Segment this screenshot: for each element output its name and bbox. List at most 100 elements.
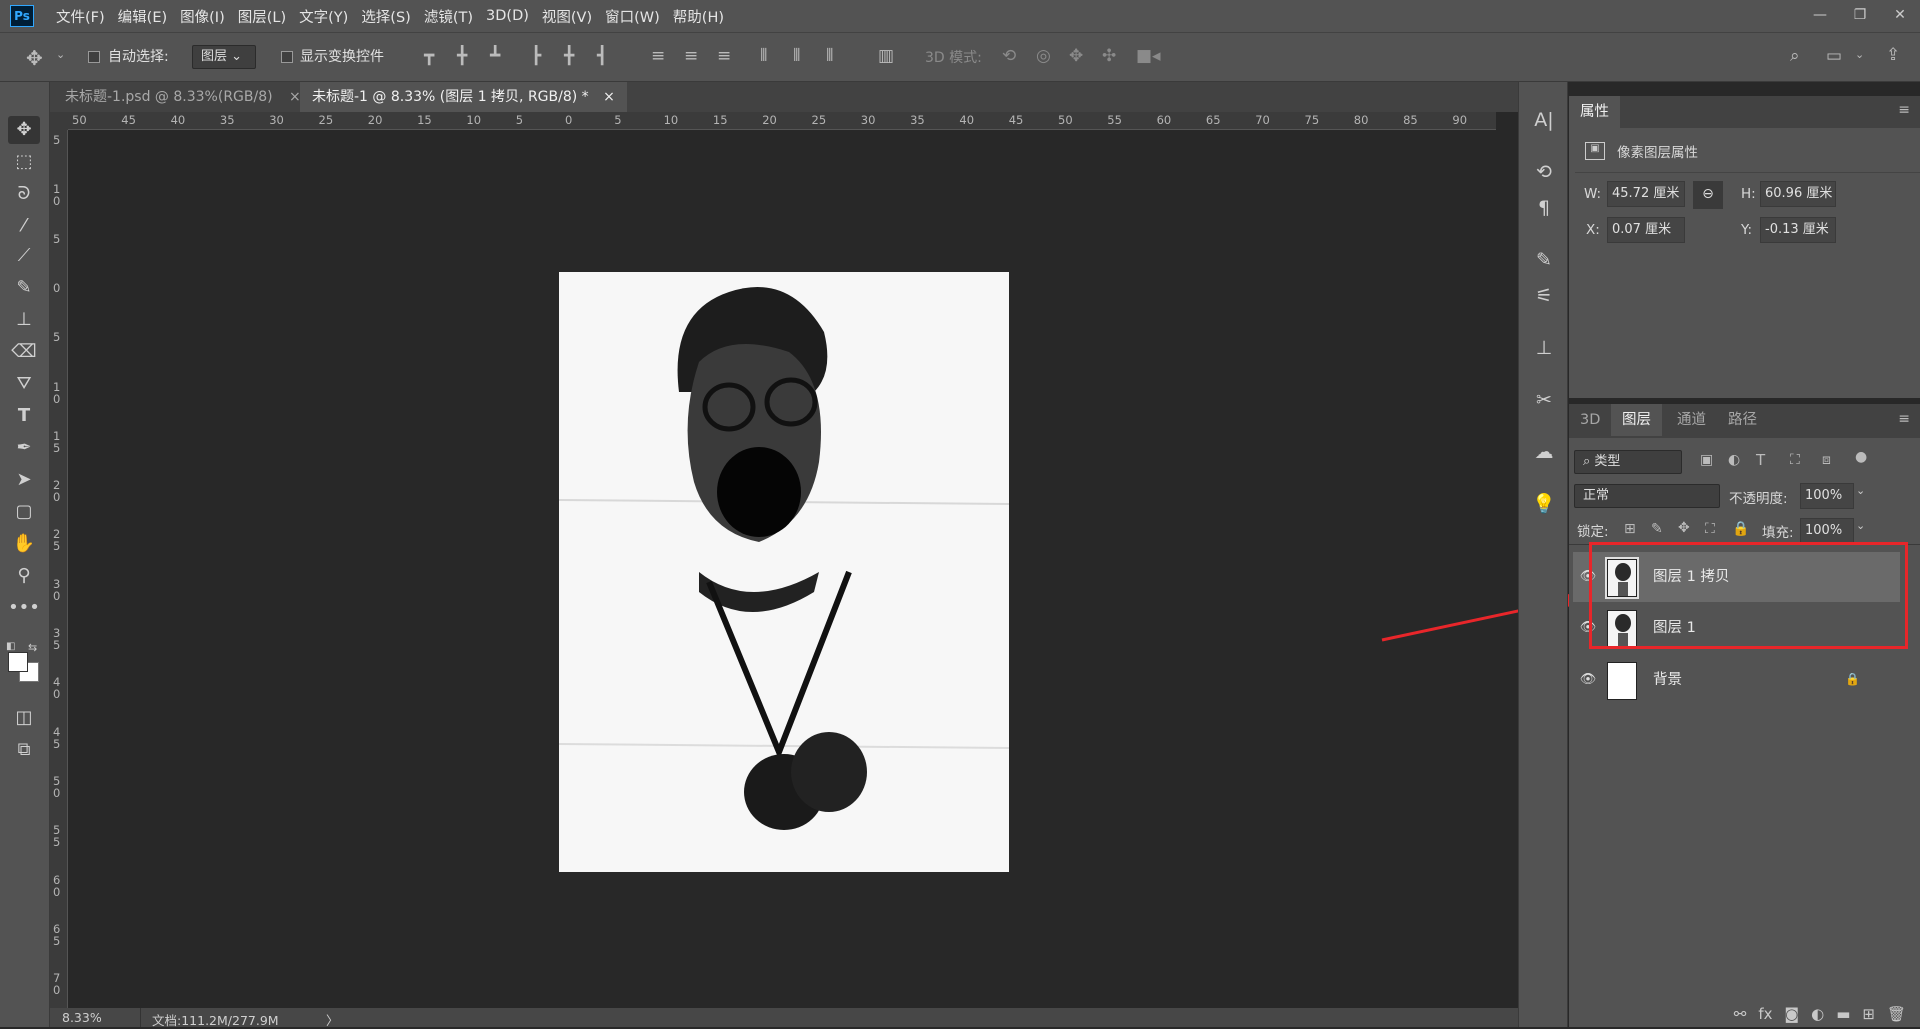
pen-tool-icon[interactable]: ✒ [8, 434, 40, 462]
menu-filter[interactable]: 滤镜(T) [424, 6, 473, 27]
menu-file[interactable]: 文件(F) [56, 6, 105, 27]
distribute-bottom-icon[interactable]: ≡ [717, 46, 731, 66]
auto-select-dropdown[interactable]: 图层 ⌄ [192, 45, 256, 69]
path-select-tool-icon[interactable]: ➤ [8, 466, 40, 494]
marquee-tool-icon[interactable]: ⬚ [8, 148, 40, 176]
rectangle-tool-icon[interactable]: ▢ [8, 498, 40, 526]
tab-channels[interactable]: 通道 [1666, 404, 1717, 436]
layer-filter-dropdown[interactable]: ⌕ 类型 [1574, 450, 1682, 474]
lasso-tool-icon[interactable]: ᘐ [8, 180, 40, 208]
close-tab-icon[interactable]: × [603, 89, 615, 105]
workspace-chevron-icon[interactable]: ⌄ [1855, 48, 1864, 61]
screen-mode-icon[interactable]: ⧉ [8, 736, 40, 764]
show-transform-checkbox[interactable] [281, 51, 293, 63]
filter-smart-object-icon[interactable]: ⧈ [1822, 452, 1831, 468]
default-colors-icon[interactable]: ◧ [6, 641, 15, 652]
distribute-right-icon[interactable]: ⦀ [826, 46, 833, 66]
distribute-top-icon[interactable]: ≡ [651, 46, 665, 66]
tab-paths[interactable]: 路径 [1717, 404, 1768, 436]
distribute-vcenter-icon[interactable]: ≡ [684, 46, 698, 66]
brush-tool-icon[interactable]: ✎ [8, 274, 40, 302]
distribute-hcenter-icon[interactable]: ⦀ [793, 46, 800, 66]
move-tool-icon[interactable]: ✥ [8, 116, 40, 144]
learn-icon[interactable]: 💡 [1529, 490, 1559, 518]
opacity-chevron-icon[interactable]: ⌄ [1856, 484, 1865, 497]
type-tool-icon[interactable]: T [8, 402, 40, 430]
zoom-tool-icon[interactable]: ⚲ [8, 562, 40, 590]
lock-image-icon[interactable]: ✎ [1651, 521, 1663, 537]
swap-colors-icon[interactable]: ⇆ [28, 641, 37, 654]
zoom-level[interactable]: 8.33% [62, 1010, 102, 1025]
close-window-button[interactable]: ✕ [1880, 0, 1920, 32]
add-mask-icon[interactable]: ◙ [1785, 1005, 1800, 1023]
lock-transparent-icon[interactable]: ⊞ [1624, 521, 1636, 537]
paragraph-panel-icon[interactable]: ¶ [1529, 194, 1559, 222]
new-adjustment-icon[interactable]: ◐ [1811, 1005, 1824, 1023]
status-menu-arrow[interactable]: 〉 [326, 1010, 339, 1029]
character-panel-icon[interactable]: A| [1529, 106, 1559, 134]
history-panel-icon[interactable]: ⟲ [1529, 158, 1559, 186]
delete-layer-icon[interactable]: 🗑 [1887, 1005, 1906, 1023]
visibility-eye-icon[interactable]: 👁 [1573, 655, 1603, 705]
align-left-icon[interactable]: ┣ [531, 46, 541, 66]
menu-image[interactable]: 图像(I) [180, 6, 225, 27]
eraser-tool-icon[interactable]: ⌫ [8, 338, 40, 366]
align-vcenter-icon[interactable]: ╋ [457, 46, 467, 66]
orbit-3d-icon[interactable]: ⟲ [1002, 46, 1016, 66]
menu-select[interactable]: 选择(S) [361, 6, 411, 27]
panel-menu-icon[interactable]: ≡ [1898, 411, 1910, 427]
document-image[interactable] [559, 272, 1009, 872]
slide-3d-icon[interactable]: ✣ [1102, 46, 1116, 66]
layer-row[interactable]: 👁 背景 🔒 [1573, 655, 1900, 705]
tab-3d[interactable]: 3D [1569, 404, 1611, 436]
pan-3d-icon[interactable]: ✥ [1069, 46, 1083, 66]
doc-tab-2[interactable]: 未标题-1 @ 8.33% (图层 1 拷贝, RGB/8) * × [300, 82, 627, 112]
menu-view[interactable]: 视图(V) [542, 6, 592, 27]
lock-artboard-icon[interactable]: ⛶ [1705, 521, 1715, 537]
panel-menu-icon[interactable]: ≡ [1898, 102, 1910, 118]
hand-tool-icon[interactable]: ✋ [8, 530, 40, 558]
menu-edit[interactable]: 编辑(E) [118, 6, 167, 27]
move-tool-icon[interactable]: ✥ [26, 46, 43, 70]
y-field[interactable]: -0.13 厘米 [1760, 217, 1836, 243]
menu-3d[interactable]: 3D(D) [486, 8, 529, 24]
tab-layers[interactable]: 图层 [1611, 404, 1662, 436]
auto-align-icon[interactable]: ▥ [878, 46, 894, 66]
new-group-icon[interactable]: ▬ [1836, 1005, 1850, 1023]
quick-select-tool-icon[interactable]: ⁄ [8, 212, 40, 240]
quick-mask-icon[interactable]: ◫ [8, 704, 40, 732]
link-dimensions-icon[interactable]: ⊖ [1693, 181, 1723, 209]
align-top-icon[interactable]: ┳ [424, 46, 434, 66]
filter-adjustment-icon[interactable]: ◐ [1728, 452, 1740, 468]
fill-chevron-icon[interactable]: ⌄ [1856, 519, 1865, 532]
tool-preset-chevron-icon[interactable]: ⌄ [56, 48, 65, 61]
link-layers-icon[interactable]: ⚯ [1734, 1005, 1747, 1023]
foreground-color-swatch[interactable] [8, 652, 28, 672]
tab-properties[interactable]: 属性 [1569, 96, 1620, 128]
tool-presets-icon[interactable]: ✂ [1529, 386, 1559, 414]
align-hcenter-icon[interactable]: ╋ [564, 46, 574, 66]
filter-pixel-icon[interactable]: ▣ [1700, 452, 1713, 468]
align-right-icon[interactable]: ┫ [597, 46, 607, 66]
filter-shape-icon[interactable]: ⛶ [1790, 452, 1800, 468]
paint-bucket-tool-icon[interactable]: ⛛ [8, 370, 40, 398]
layer-style-icon[interactable]: fx [1758, 1005, 1772, 1023]
adjustments-icon[interactable]: ⚟ [1529, 282, 1559, 310]
auto-select-checkbox[interactable] [88, 51, 100, 63]
menu-window[interactable]: 窗口(W) [605, 6, 660, 27]
fill-field[interactable]: 100% [1800, 518, 1854, 544]
roll-3d-icon[interactable]: ◎ [1036, 46, 1051, 66]
layer-name[interactable]: 背景 [1653, 655, 1682, 705]
minimize-button[interactable]: — [1800, 0, 1840, 32]
search-icon[interactable]: ⌕ [1790, 46, 1800, 66]
lock-position-icon[interactable]: ✥ [1678, 520, 1690, 536]
menu-layer[interactable]: 图层(L) [238, 6, 286, 27]
scale-3d-icon[interactable]: ■◂ [1136, 46, 1161, 66]
stamp-tool-icon[interactable]: ⊥ [8, 306, 40, 334]
height-field[interactable]: 60.96 厘米 [1760, 181, 1836, 207]
brush-settings-icon[interactable]: ✎ [1529, 246, 1559, 274]
clone-source-icon[interactable]: ⊥ [1529, 334, 1559, 362]
blend-mode-dropdown[interactable]: 正常 [1574, 484, 1720, 508]
doc-tab-1[interactable]: 未标题-1.psd @ 8.33%(RGB/8) × [53, 82, 313, 112]
more-tools-icon[interactable]: ••• [8, 594, 40, 622]
